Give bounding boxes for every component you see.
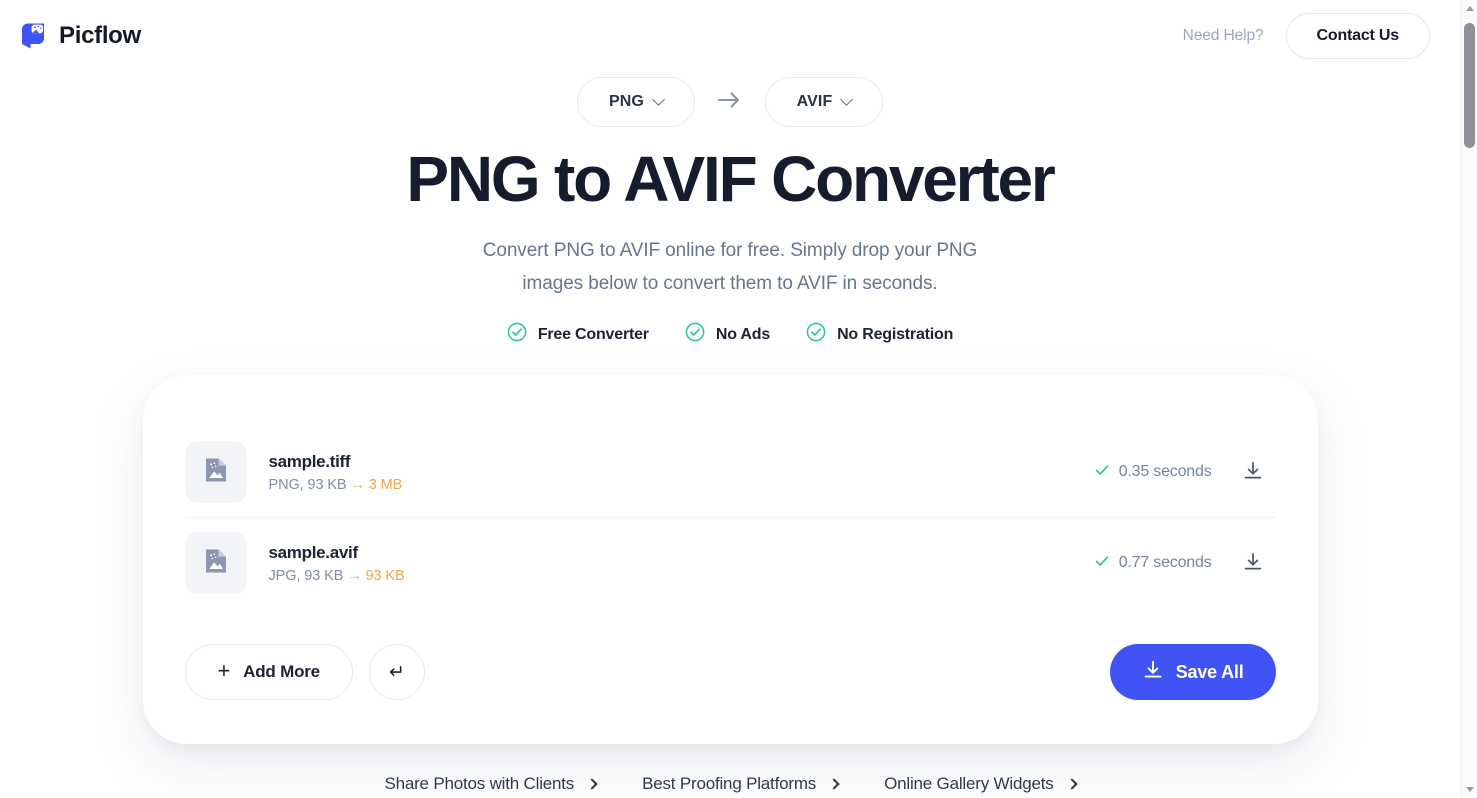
page-title: PNG to AVIF Converter xyxy=(406,143,1055,215)
download-file-button[interactable] xyxy=(1236,546,1270,580)
file-name: sample.avif xyxy=(268,542,359,562)
converter-card: sample.tiff PNG, 93 KB → 3 MB 0.35 secon… xyxy=(142,375,1318,745)
download-icon xyxy=(1242,551,1264,576)
feature-badges: Free Converter No Ads No Registration xyxy=(0,322,1460,347)
save-all-label: Save All xyxy=(1175,661,1244,682)
add-more-button[interactable]: + Add More xyxy=(184,644,353,701)
save-all-button[interactable]: Save All xyxy=(1109,644,1276,701)
footer-link-label: Online Gallery Widgets xyxy=(884,774,1054,794)
feature-badge: Free Converter xyxy=(507,322,649,347)
conversion-timing: 0.77 seconds xyxy=(1094,553,1212,574)
file-result-size: 3 MB xyxy=(368,476,403,493)
check-circle-icon xyxy=(806,322,826,347)
format-selector: PNG AVIF xyxy=(0,77,1460,127)
download-icon xyxy=(1142,659,1164,686)
feature-badge-label: Free Converter xyxy=(537,325,649,343)
return-arrow-icon: ↵ xyxy=(388,661,405,683)
feature-badge: No Ads xyxy=(685,322,770,347)
footer-link-label: Best Proofing Platforms xyxy=(642,774,817,794)
contact-us-button[interactable]: Contact Us xyxy=(1285,12,1430,59)
check-icon xyxy=(1094,462,1110,483)
scroll-up-arrow-icon[interactable] xyxy=(1461,0,1477,17)
check-circle-icon xyxy=(507,322,527,347)
file-source-size: 93 KB xyxy=(307,476,347,493)
card-actions: + Add More ↵ Save All xyxy=(184,644,1276,701)
footer-link-share-photos[interactable]: Share Photos with Clients xyxy=(384,774,598,794)
file-thumbnail xyxy=(184,441,247,504)
file-name: sample.tiff xyxy=(268,451,351,471)
chevron-down-icon xyxy=(840,92,854,106)
target-format-dropdown[interactable]: AVIF xyxy=(765,77,883,127)
subtitle-line-2: images below to convert them to AVIF in … xyxy=(522,273,938,295)
page-scrollbar[interactable] xyxy=(1460,0,1477,798)
page-subtitle: Convert PNG to AVIF online for free. Sim… xyxy=(0,234,1460,300)
file-size-info: JPG, 93 KB → 93 KB xyxy=(268,567,405,584)
file-source-size: 93 KB xyxy=(304,567,344,584)
feature-badge-label: No Registration xyxy=(837,325,954,343)
feature-badge: No Registration xyxy=(806,322,953,347)
file-row: sample.avif JPG, 93 KB → 93 KB 0.77 seco… xyxy=(184,517,1276,608)
arrow-right-icon xyxy=(717,91,743,114)
brand[interactable]: Picflow xyxy=(18,21,141,51)
footer-link-best-proofing[interactable]: Best Proofing Platforms xyxy=(642,774,840,794)
brand-name: Picflow xyxy=(59,21,141,49)
image-file-icon xyxy=(203,547,229,580)
file-result-size: 93 KB xyxy=(365,567,405,584)
footer-link-label: Share Photos with Clients xyxy=(384,774,575,794)
check-circle-icon xyxy=(685,322,705,347)
plus-icon: + xyxy=(217,658,231,684)
chevron-right-icon xyxy=(1065,778,1078,790)
check-icon xyxy=(1094,553,1110,574)
size-arrow-icon: → xyxy=(347,567,362,584)
timing-label: 0.77 seconds xyxy=(1118,554,1212,572)
footer-links: Share Photos with Clients Best Proofing … xyxy=(0,774,1460,794)
site-header: Picflow Need Help? Contact Us xyxy=(0,0,1460,71)
footer-link-gallery-widgets[interactable]: Online Gallery Widgets xyxy=(884,774,1078,794)
scrollbar-thumb[interactable] xyxy=(1464,23,1475,148)
chevron-right-icon xyxy=(828,778,840,790)
source-format-dropdown[interactable]: PNG xyxy=(577,77,695,127)
header-actions: Need Help? Contact Us xyxy=(1183,12,1430,59)
reset-button[interactable]: ↵ xyxy=(368,644,425,701)
download-icon xyxy=(1242,460,1264,485)
picflow-logo-icon xyxy=(18,21,48,51)
file-info: sample.tiff PNG, 93 KB → 3 MB xyxy=(269,452,1094,493)
file-size-info: PNG, 93 KB → 3 MB xyxy=(268,476,403,493)
scroll-down-arrow-icon[interactable] xyxy=(1461,781,1477,798)
add-more-label: Add More xyxy=(243,662,320,682)
need-help-link[interactable]: Need Help? xyxy=(1183,27,1264,45)
size-arrow-icon: → xyxy=(350,476,365,493)
page-root: Picflow Need Help? Contact Us PNG AVIF P… xyxy=(0,0,1460,798)
feature-badge-label: No Ads xyxy=(715,325,771,343)
image-file-icon xyxy=(203,456,229,489)
file-source-format: JPG xyxy=(268,567,297,584)
source-format-label: PNG xyxy=(609,93,644,110)
hero-section: PNG to AVIF Converter Convert PNG to AVI… xyxy=(0,143,1460,347)
file-source-format: PNG xyxy=(268,476,300,493)
subtitle-line-1: Convert PNG to AVIF online for free. Sim… xyxy=(482,240,978,262)
chevron-down-icon xyxy=(652,92,665,106)
target-format-label: AVIF xyxy=(796,93,833,110)
file-thumbnail xyxy=(184,532,247,595)
download-file-button[interactable] xyxy=(1236,455,1270,489)
chevron-right-icon xyxy=(586,778,598,790)
timing-label: 0.35 seconds xyxy=(1118,463,1212,481)
file-row: sample.tiff PNG, 93 KB → 3 MB 0.35 secon… xyxy=(184,427,1276,517)
conversion-timing: 0.35 seconds xyxy=(1094,462,1212,483)
file-info: sample.avif JPG, 93 KB → 93 KB xyxy=(269,543,1094,584)
converter-card-wrapper: sample.tiff PNG, 93 KB → 3 MB 0.35 secon… xyxy=(0,375,1460,745)
